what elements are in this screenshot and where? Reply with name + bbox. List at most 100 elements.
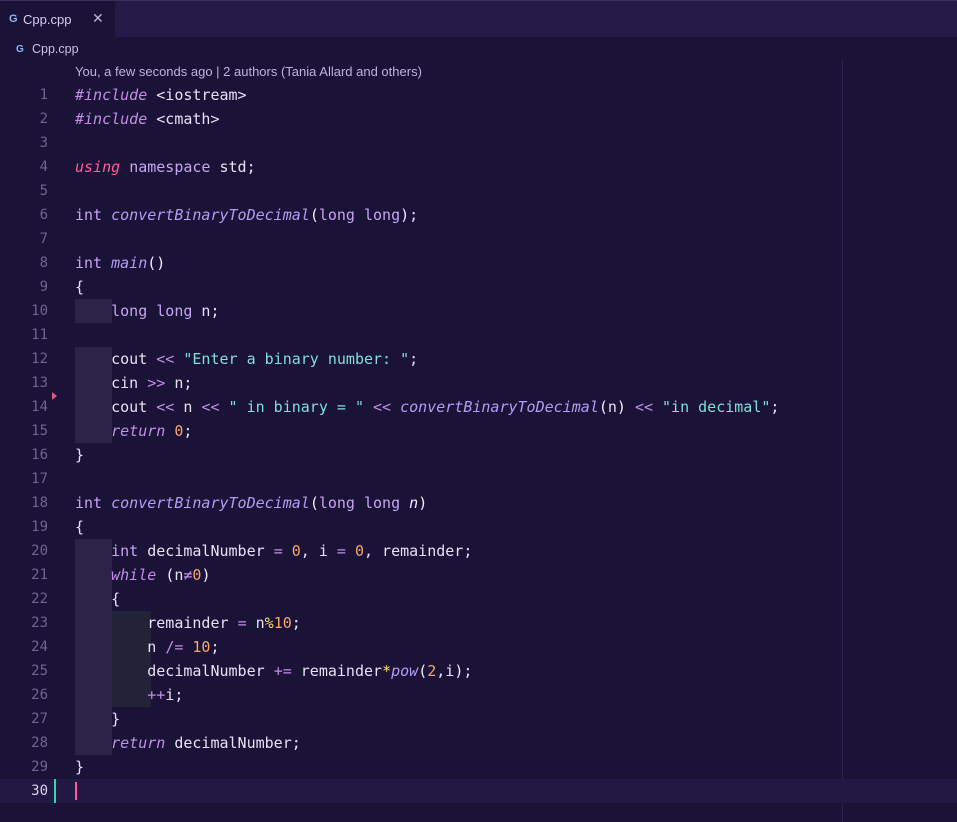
code-line[interactable]: 27 } [0, 707, 957, 731]
code-token: ; [183, 422, 193, 440]
code-token: int [75, 254, 103, 272]
line-number: 11 [31, 327, 48, 343]
code-text[interactable]: } [75, 707, 120, 731]
line-number: 3 [39, 135, 48, 151]
code-text[interactable]: ++i; [75, 683, 183, 707]
code-token: >> [147, 374, 166, 392]
breadcrumb-file[interactable]: Cpp.cpp [32, 42, 79, 56]
code-text[interactable]: int decimalNumber = 0, i = 0, remainder; [75, 539, 472, 563]
code-text[interactable]: } [75, 443, 84, 467]
code-line[interactable]: 19 { [0, 515, 957, 539]
code-line[interactable]: 11 [0, 323, 957, 347]
code-line[interactable]: 9{ [0, 275, 957, 299]
code-line[interactable]: 1 #include <iostream> [0, 83, 957, 107]
code-line[interactable]: 20 int decimalNumber = 0, i = 0, remaind… [0, 539, 957, 563]
code-line[interactable]: 6 int convertBinaryToDecimal(long long); [0, 203, 957, 227]
code-token: using [75, 158, 121, 176]
code-text[interactable]: { [75, 275, 84, 299]
code-token: ; [409, 206, 419, 224]
code-text[interactable]: long long n; [75, 299, 219, 323]
line-number: 21 [31, 567, 48, 583]
code-text[interactable]: n /= 10; [75, 635, 219, 659]
code-text[interactable]: int convertBinaryToDecimal(long long); [75, 203, 418, 227]
code-line[interactable]: 3 [0, 131, 957, 155]
code-token: decimalNumber [138, 542, 274, 560]
code-line[interactable]: 15 return 0; [0, 419, 957, 443]
code-token: = [336, 542, 346, 560]
code-line[interactable]: 8 int main() [0, 251, 957, 275]
code-line[interactable]: 12 cout << "Enter a binary number: "; [0, 347, 957, 371]
code-line[interactable]: 30 [0, 779, 957, 803]
code-text[interactable]: { [75, 515, 84, 539]
close-icon[interactable]: ✕ [92, 11, 104, 25]
code-token: remainder [291, 662, 383, 680]
code-token: } [75, 710, 121, 728]
code-token: ; [770, 398, 780, 416]
code-token: % [264, 614, 274, 632]
code-token: #include [75, 86, 148, 104]
code-line[interactable]: 4 using namespace std; [0, 155, 957, 179]
code-line[interactable]: 14 cout << n << " in binary = " << conve… [0, 395, 957, 419]
code-token: * [382, 662, 392, 680]
code-line[interactable]: 28 return decimalNumber; [0, 731, 957, 755]
line-number: 9 [39, 279, 48, 295]
code-line[interactable]: 5 [0, 179, 957, 203]
code-token: << [373, 398, 392, 416]
code-token: pow [391, 662, 419, 680]
code-line[interactable]: 24 n /= 10; [0, 635, 957, 659]
code-text[interactable]: int main() [75, 251, 165, 275]
code-token: 10 [192, 638, 211, 656]
code-text[interactable]: { [75, 587, 120, 611]
code-text[interactable]: } [75, 755, 84, 779]
code-token: } [75, 758, 85, 776]
code-token: () [147, 254, 166, 272]
code-line[interactable]: 10 long long n; [0, 299, 957, 323]
code-line[interactable]: 25 decimalNumber += remainder*pow(2,i); [0, 659, 957, 683]
code-token: #include [75, 110, 148, 128]
code-text[interactable]: cout << n << " in binary = " << convertB… [75, 395, 779, 419]
git-blame-annotation[interactable]: You, a few seconds ago | 2 authors (Tani… [75, 64, 422, 79]
code-token: "in decimal" [662, 398, 771, 416]
code-text[interactable]: while (n≠0) [75, 563, 210, 587]
code-token: << [156, 350, 175, 368]
code-text[interactable]: int convertBinaryToDecimal(long long n) [75, 491, 427, 515]
code-line[interactable]: 16} [0, 443, 957, 467]
code-text[interactable]: remainder = n%10; [75, 611, 301, 635]
line-number: 24 [31, 639, 48, 655]
code-text[interactable]: #include <cmath> [75, 107, 220, 131]
code-token: cin [75, 374, 148, 392]
code-line[interactable]: 18 int convertBinaryToDecimal(long long n… [0, 491, 957, 515]
code-text[interactable]: cout << "Enter a binary number: "; [75, 347, 418, 371]
code-text[interactable]: cin >> n; [75, 371, 192, 395]
tab-cpp-file[interactable]: G Cpp.cpp ✕ [0, 1, 115, 37]
code-line[interactable]: 2 #include <cmath> [0, 107, 957, 131]
code-line[interactable]: 13 cin >> n; [0, 371, 957, 395]
code-line[interactable]: 7 [0, 227, 957, 251]
code-text[interactable]: return 0; [75, 419, 192, 443]
code-line[interactable]: 26 ++i; [0, 683, 957, 707]
code-token: remainder [75, 614, 238, 632]
code-line[interactable]: 22 { [0, 587, 957, 611]
line-number: 18 [31, 495, 48, 511]
code-token: convertBinaryToDecimal [111, 206, 310, 224]
breadcrumb[interactable]: G Cpp.cpp [16, 41, 79, 57]
code-text[interactable]: decimalNumber += remainder*pow(2,i); [75, 659, 472, 683]
code-line[interactable]: 21 while (n≠0) [0, 563, 957, 587]
code-line[interactable]: 23 remainder = n%10; [0, 611, 957, 635]
code-line[interactable]: 17 [0, 467, 957, 491]
code-text[interactable]: return decimalNumber; [75, 731, 301, 755]
code-token: << [634, 398, 653, 416]
code-text[interactable]: #include <iostream> [75, 83, 247, 107]
code-text[interactable]: using namespace std; [75, 155, 256, 179]
code-line[interactable]: 29} [0, 755, 957, 779]
code-token: long long [318, 206, 401, 224]
code-token: ) [418, 494, 428, 512]
